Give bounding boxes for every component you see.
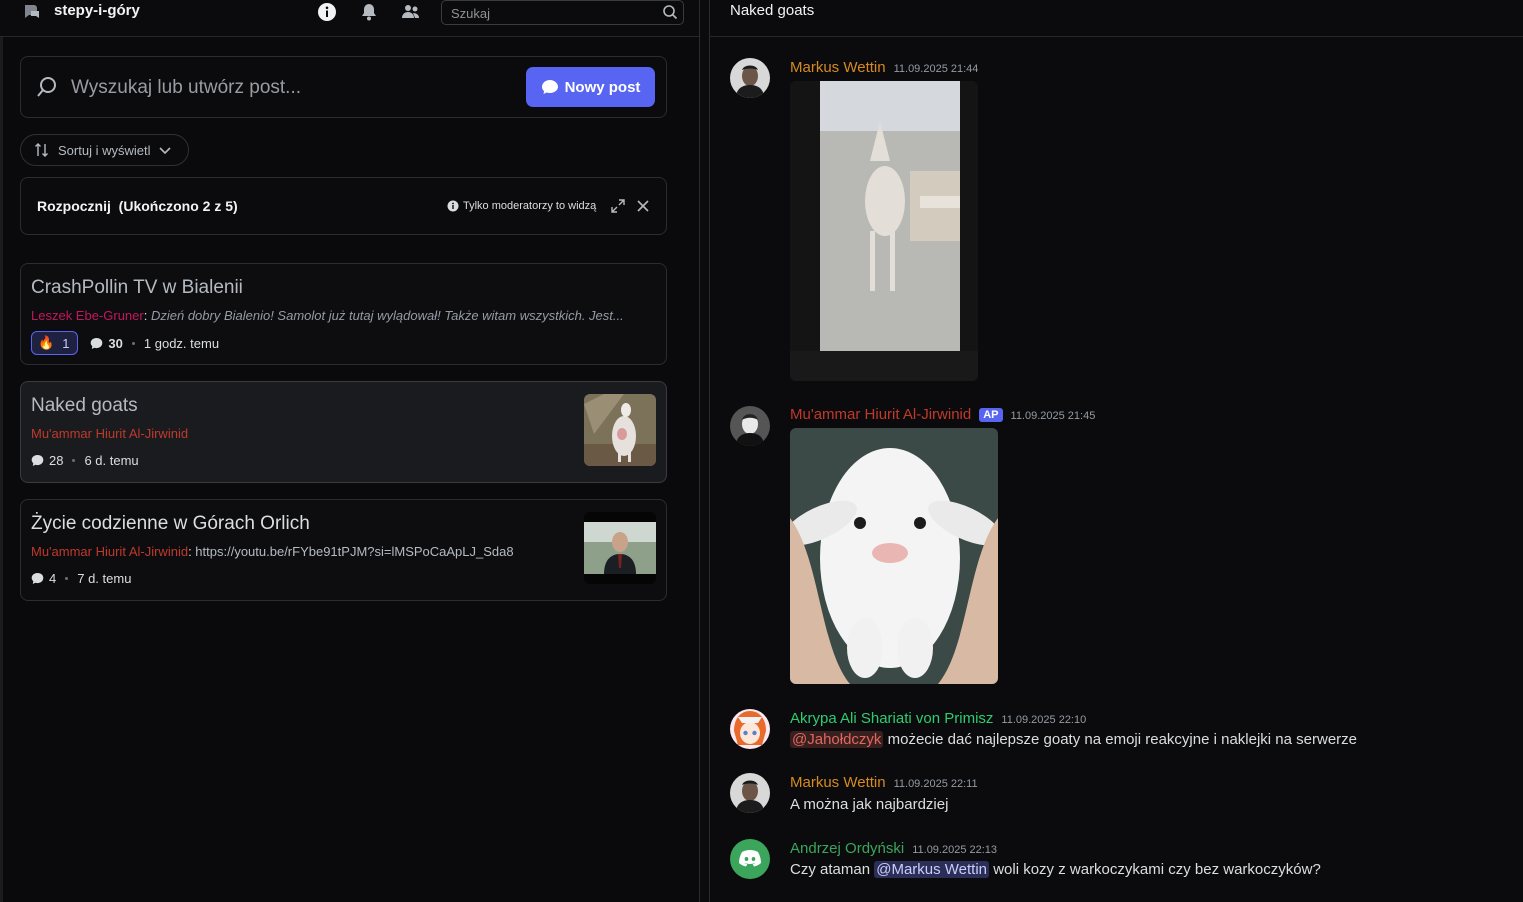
username[interactable]: Markus Wettin — [790, 774, 886, 791]
discord-default-avatar[interactable] — [730, 839, 770, 879]
search-icon — [37, 77, 56, 97]
onboarding-card[interactable]: Rozpocznij (Ukończono 2 z 5) Tylko moder… — [20, 177, 667, 235]
comment-count: 28 — [49, 453, 64, 468]
post-author: Mu'ammar Hiurit Al-Jirwinid — [31, 544, 189, 559]
post-title: Naked goats — [31, 395, 138, 416]
post-author: Mu'ammar Hiurit Al-Jirwinid — [31, 426, 189, 441]
forum-post-card[interactable]: Życie codzienne w Górach Orlich Mu'ammar… — [20, 499, 667, 601]
expand-icon[interactable] — [610, 198, 626, 214]
close-icon[interactable] — [635, 198, 651, 214]
post-title: CrashPollin TV w Bialenii — [31, 277, 243, 298]
separator-dot — [131, 341, 135, 345]
ap-tag: AP — [979, 407, 1003, 422]
message-content: @Jahołdczyk możecie dać najlepsze goaty … — [790, 731, 1357, 748]
goat-image-attachment[interactable] — [790, 428, 998, 684]
timestamp: 11.09.2025 22:10 — [1001, 714, 1087, 726]
forum-header: stepy-i-góry — [0, 0, 699, 37]
avatar[interactable] — [730, 406, 770, 446]
post-time: 6 d. temu — [84, 453, 139, 468]
new-post-label: Nowy post — [564, 78, 641, 96]
goat-video-attachment[interactable] — [790, 81, 978, 381]
avatar[interactable] — [730, 773, 770, 813]
message-text-before: Czy ataman — [790, 861, 871, 878]
separator-dot — [65, 577, 69, 580]
post-meta: 28 6 d. temu — [31, 453, 139, 468]
info-icon — [447, 200, 459, 212]
search-icon — [663, 5, 678, 20]
avatar[interactable] — [730, 58, 770, 98]
mods-only-note: Tylko moderatorzy to widzą — [447, 200, 596, 212]
user-mention[interactable]: @Markus Wettin — [874, 861, 990, 878]
comment-icon — [91, 337, 103, 349]
post-preview-line: Leszek Ebe-Gruner: Dzień dobry Bialenio!… — [31, 308, 624, 323]
post-preview: https://youtu.be/rFYbe91tPJM?si=lMSPoCaA… — [195, 544, 514, 559]
chevron-down-icon — [159, 147, 172, 155]
forum-post-card[interactable]: Naked goats Mu'ammar Hiurit Al-Jirwinid … — [20, 381, 667, 483]
comment-icon — [31, 455, 44, 466]
thread-title: Naked goats — [730, 2, 815, 19]
username[interactable]: Andrzej Ordyński — [790, 840, 904, 857]
post-author: Leszek Ebe-Gruner — [31, 308, 144, 323]
username[interactable]: Mu'ammar Hiurit Al-Jirwinid — [790, 406, 971, 423]
fire-emoji: 🔥 — [38, 335, 55, 350]
message-header: Markus Wettin 11.09.2025 22:11 — [790, 774, 978, 791]
post-time: 7 d. temu — [77, 571, 132, 586]
comment-count: 30 — [108, 335, 123, 351]
timestamp: 11.09.2025 22:13 — [912, 844, 998, 856]
thread-header: Naked goats — [710, 0, 1523, 37]
header-search[interactable] — [441, 0, 684, 25]
comment-count: 4 — [49, 571, 57, 586]
post-title: Życie codzienne w Górach Orlich — [31, 513, 310, 534]
username[interactable]: Akrypa Ali Shariati von Primisz — [790, 710, 993, 727]
bell-icon[interactable] — [358, 1, 380, 23]
post-preview: Dzień dobry Bialenio! Samolot już tutaj … — [150, 308, 624, 323]
info-icon[interactable] — [316, 1, 338, 23]
header-search-input[interactable] — [449, 3, 653, 24]
onboarding-title-text: Rozpocznij — [37, 198, 111, 214]
create-post-bar: Nowy post — [20, 56, 667, 118]
post-meta: 🔥 1 30 1 godz. temu — [31, 331, 219, 355]
post-preview-line: Mu'ammar Hiurit Al-Jirwinid — [31, 426, 561, 441]
timestamp: 11.09.2025 22:11 — [893, 778, 978, 790]
message-text-after: woli kozy z warkoczykami czy bez warkocz… — [993, 861, 1321, 878]
reaction-fire[interactable]: 🔥 1 — [31, 331, 79, 355]
new-post-button[interactable]: Nowy post — [526, 67, 655, 107]
avatar[interactable] — [730, 709, 770, 749]
message-text: A można jak najbardziej — [790, 796, 949, 813]
message-header: Mu'ammar Hiurit Al-Jirwinid AP 11.09.202… — [790, 406, 1095, 423]
forum-panel: stepy-i-góry Szukaj Wyszukaj lub utwórz … — [0, 0, 700, 902]
username[interactable]: Markus Wettin — [790, 59, 886, 76]
message-content: Czy ataman @Markus Wettin woli kozy z wa… — [790, 861, 1321, 878]
mods-only-text: Tylko moderatorzy to widzą — [463, 200, 597, 212]
chat-bubble-icon — [541, 80, 558, 94]
message-text: możecie dać najlepsze goaty na emoji rea… — [887, 731, 1358, 748]
comment-icon — [31, 573, 44, 584]
sort-and-view-button[interactable]: Sortuj i wyświetl — [20, 134, 189, 166]
timestamp: 11.09.2025 21:45 — [1010, 410, 1096, 422]
message-header: Markus Wettin 11.09.2025 21:44 — [790, 59, 978, 76]
timestamp: 11.09.2025 21:44 — [893, 63, 979, 75]
forum-channel-icon — [25, 5, 39, 18]
post-meta: 4 7 d. temu — [31, 571, 131, 586]
reaction-count: 1 — [62, 335, 70, 351]
onboarding-progress: (Ukończono 2 z 5) — [118, 198, 238, 214]
message-header: Akrypa Ali Shariati von Primisz 11.09.20… — [790, 710, 1086, 727]
onboarding-title: Rozpocznij (Ukończono 2 z 5) — [37, 198, 238, 214]
video-thumbnail — [584, 512, 656, 584]
channel-name: stepy-i-góry — [54, 2, 140, 19]
sort-icon — [35, 143, 48, 157]
message-header: Andrzej Ordyński 11.09.2025 22:13 — [790, 840, 997, 857]
goat-thumbnail — [584, 394, 656, 466]
create-post-input[interactable] — [69, 74, 493, 102]
post-preview-line: Mu'ammar Hiurit Al-Jirwinid: https://you… — [31, 544, 514, 559]
post-time: 1 godz. temu — [143, 335, 220, 351]
separator-dot — [72, 459, 76, 462]
panel-edge — [0, 0, 3, 902]
thread-panel: Naked goats Markus Wettin 11.09.2025 21:… — [709, 0, 1523, 902]
forum-post-card[interactable]: CrashPollin TV w Bialenii Leszek Ebe-Gru… — [20, 263, 667, 365]
user-mention[interactable]: @Jahołdczyk — [790, 731, 884, 748]
members-icon[interactable] — [400, 1, 422, 23]
sort-label: Sortuj i wyświetl — [58, 142, 151, 158]
